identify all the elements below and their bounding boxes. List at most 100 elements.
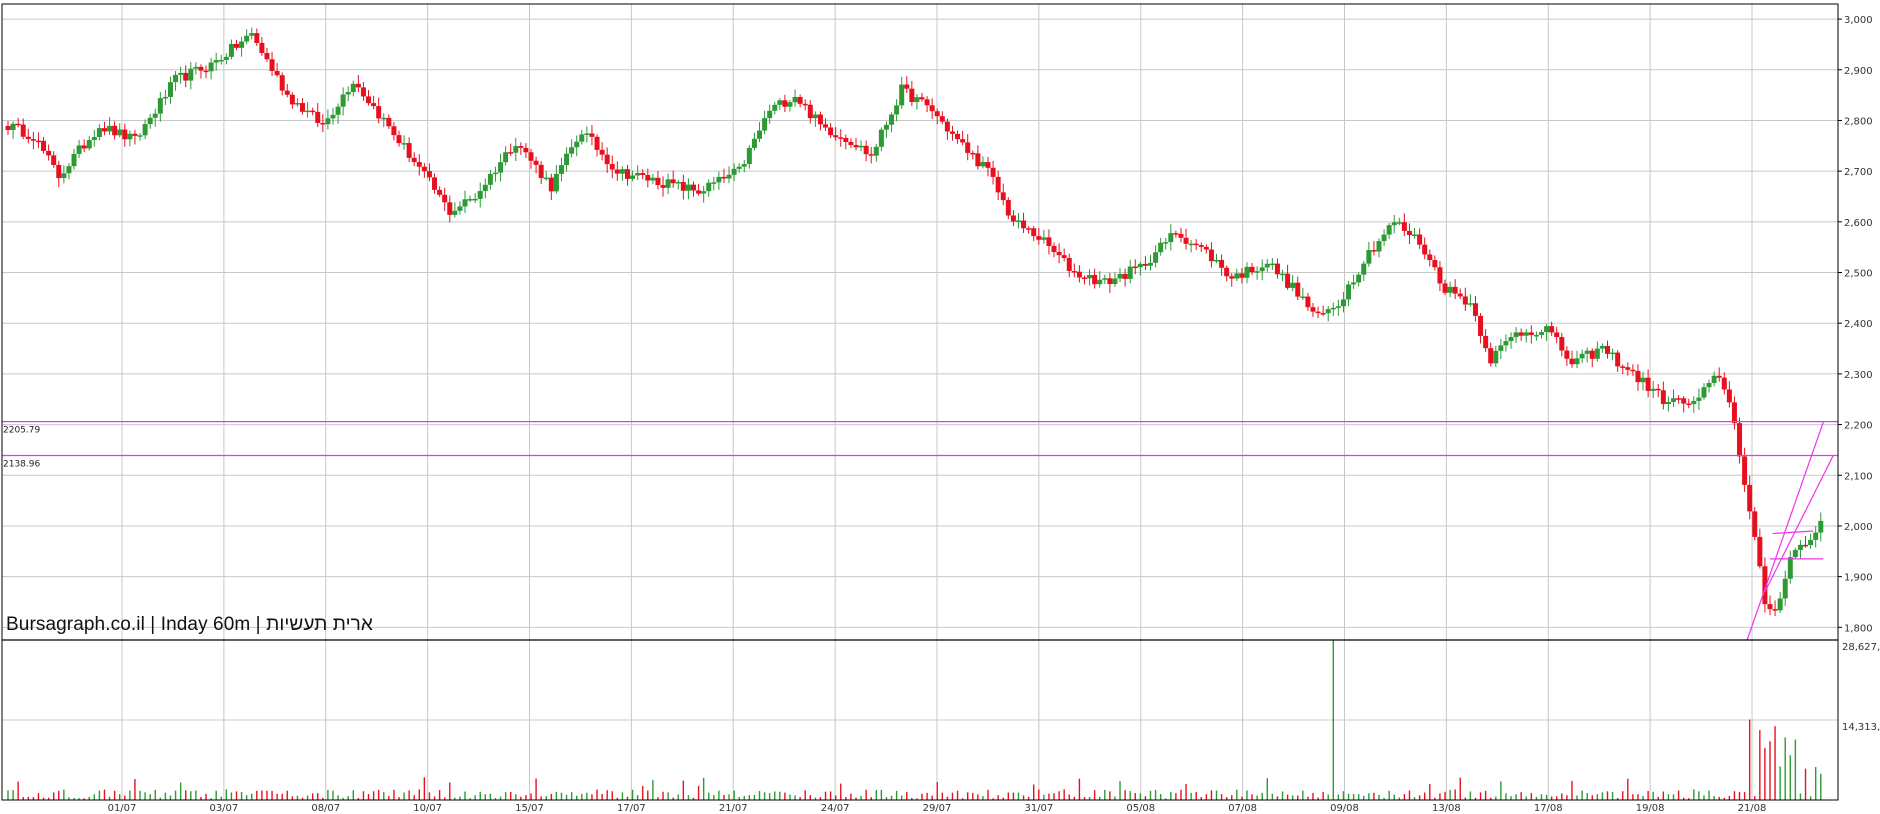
candle-body xyxy=(1569,358,1575,365)
candle-body xyxy=(1655,388,1661,391)
candle-body xyxy=(589,133,595,137)
candle-body xyxy=(366,96,372,104)
candle-body xyxy=(315,111,321,124)
candle-body xyxy=(1015,220,1021,223)
candle-body xyxy=(1335,306,1341,308)
candle-body xyxy=(1036,236,1042,240)
candle-body xyxy=(665,179,671,188)
candle-body xyxy=(1396,222,1402,224)
candle-body xyxy=(731,168,737,175)
candle-body xyxy=(320,123,326,125)
candle-body xyxy=(249,33,255,36)
candle-body xyxy=(1340,299,1346,307)
candle-body xyxy=(1361,263,1367,275)
candle-body xyxy=(1163,242,1169,244)
candle-body xyxy=(949,131,955,134)
candle-body xyxy=(1056,252,1062,256)
candle-body xyxy=(1716,375,1722,378)
candle-body xyxy=(132,133,138,136)
candle-body xyxy=(1158,242,1164,253)
price-tick-label: 2,300 xyxy=(1844,370,1873,381)
candle-body xyxy=(279,75,285,91)
candle-body xyxy=(203,70,209,73)
candle-body xyxy=(919,97,925,100)
candle-body xyxy=(1782,578,1788,599)
candle-body xyxy=(609,164,615,170)
candle-body xyxy=(1269,263,1275,266)
candle-body xyxy=(421,166,427,172)
candle-body xyxy=(76,145,82,154)
date-tick-label: 15/07 xyxy=(515,803,544,814)
candle-body xyxy=(1412,234,1418,237)
candle-body xyxy=(1589,350,1595,359)
candle-body xyxy=(1432,260,1438,268)
candle-body xyxy=(970,152,976,155)
candle-body xyxy=(1752,511,1758,537)
candle-body xyxy=(462,199,468,207)
candle-body xyxy=(1615,352,1621,367)
candle-body xyxy=(457,206,463,211)
candle-body xyxy=(1787,557,1793,579)
candle-body xyxy=(1320,313,1326,315)
candle-body xyxy=(1366,250,1372,264)
candle-body xyxy=(1574,358,1580,365)
candle-body xyxy=(706,182,712,192)
candle-body xyxy=(1422,244,1428,255)
candle-body xyxy=(1102,278,1108,280)
candle-body xyxy=(812,114,818,119)
candle-body xyxy=(264,53,270,60)
date-tick-label: 29/07 xyxy=(923,803,952,814)
candle-body xyxy=(46,150,52,156)
candle-body xyxy=(944,121,950,132)
price-tick-label: 2,100 xyxy=(1844,471,1873,482)
candle-body xyxy=(152,113,158,118)
candle-body xyxy=(1249,266,1255,273)
candle-body xyxy=(1478,315,1484,336)
candle-body xyxy=(1518,332,1524,336)
candle-body xyxy=(1686,403,1692,406)
candle-body xyxy=(823,124,829,128)
candle-body xyxy=(406,143,412,158)
candle-body xyxy=(376,106,382,119)
candle-body xyxy=(1523,332,1529,336)
candle-body xyxy=(1813,532,1819,540)
candle-body xyxy=(437,189,443,195)
candle-body xyxy=(208,62,214,72)
candle-body xyxy=(1208,249,1214,262)
candle-body xyxy=(1467,303,1473,305)
candle-body xyxy=(1046,237,1052,246)
candle-body xyxy=(1711,375,1717,383)
candle-body xyxy=(1203,246,1209,250)
candle-body xyxy=(751,138,757,148)
candle-body xyxy=(1599,345,1605,349)
candle-body xyxy=(538,164,544,179)
candle-body xyxy=(20,124,26,137)
candle-body xyxy=(802,103,808,106)
volume-tick-label: 28,627,2 xyxy=(1842,642,1880,653)
candle-body xyxy=(1665,401,1671,405)
candle-body xyxy=(1721,377,1727,390)
candle-body xyxy=(482,184,488,192)
candle-body xyxy=(853,145,859,148)
candle-body xyxy=(300,103,306,112)
candle-body xyxy=(787,102,793,107)
candle-body xyxy=(1168,233,1174,243)
candle-body xyxy=(660,185,666,188)
candle-body xyxy=(685,184,691,191)
date-tick-label: 31/07 xyxy=(1024,803,1053,814)
candle-body xyxy=(218,59,224,62)
candle-body xyxy=(1229,276,1235,279)
candle-body xyxy=(1173,233,1179,235)
candle-body xyxy=(1406,230,1412,236)
candle-body xyxy=(1645,377,1651,391)
candle-body xyxy=(1300,296,1306,299)
candle-body xyxy=(1142,263,1148,266)
candle-body xyxy=(173,74,179,83)
volume-tick-label: 14,313,6 xyxy=(1842,722,1880,733)
candle-body xyxy=(924,99,930,106)
candle-body xyxy=(995,176,1001,193)
candle-body xyxy=(193,66,199,69)
price-tick-label: 2,800 xyxy=(1844,116,1873,127)
candle-body xyxy=(1767,604,1773,610)
candle-body xyxy=(391,126,397,136)
